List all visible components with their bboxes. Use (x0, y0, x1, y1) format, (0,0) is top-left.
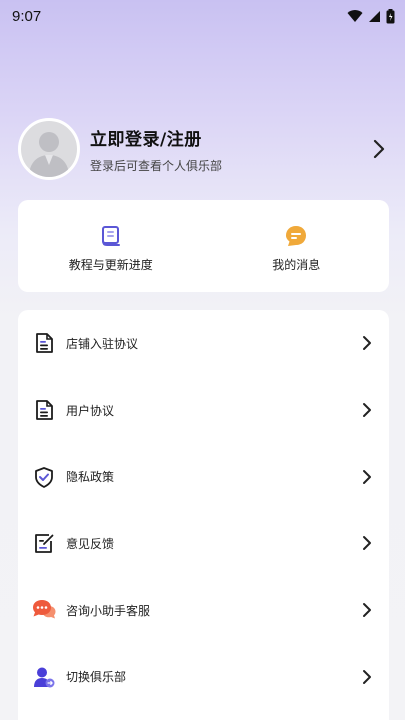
chevron-right-icon (359, 602, 375, 618)
quick-action-label: 教程与更新进度 (68, 257, 153, 272)
menu-item-customer-service[interactable]: 咨询小助手客服 (18, 577, 389, 644)
default-avatar-icon (29, 132, 69, 177)
menu-item-label: 隐私政策 (66, 470, 115, 485)
tutorial-progress-button[interactable]: 教程与更新进度 (18, 200, 204, 292)
edit-note-icon (32, 531, 56, 555)
battery-icon (386, 8, 395, 23)
status-time: 9:07 (12, 7, 42, 25)
menu-item-label: 切换俱乐部 (66, 670, 127, 685)
my-messages-button[interactable]: 我的消息 (204, 200, 390, 292)
shield-check-icon (32, 465, 56, 489)
menu-item-feedback[interactable]: 意见反馈 (18, 510, 389, 577)
menu-item-label: 意见反馈 (66, 536, 115, 551)
chevron-right-icon (359, 402, 375, 418)
menu-item-user-agreement[interactable]: 用户协议 (18, 377, 389, 444)
chevron-right-icon (359, 535, 375, 551)
quick-actions-card: 教程与更新进度 我的消息 (18, 200, 389, 292)
document-icon (32, 331, 56, 355)
signal-icon (369, 10, 380, 22)
menu-item-store-agreement[interactable]: 店铺入驻协议 (18, 310, 389, 377)
menu-item-label: 店铺入驻协议 (66, 336, 139, 351)
status-bar: 9:07 (0, 0, 405, 32)
chevron-right-icon (359, 469, 375, 485)
book-icon (101, 225, 120, 246)
menu-item-switch-club[interactable]: 切换俱乐部 (18, 643, 389, 710)
login-hint-text: 登录后可查看个人俱乐部 (90, 158, 223, 173)
quick-action-label: 我的消息 (272, 257, 321, 272)
wifi-icon (347, 10, 363, 22)
settings-menu-list: 店铺入驻协议 用户协议 隐私政策 意见反馈 咨询小助手客服 切换俱乐部 (18, 310, 389, 720)
login-profile-row[interactable]: 立即登录/注册 登录后可查看个人俱乐部 (18, 114, 390, 184)
menu-item-label: 咨询小助手客服 (66, 603, 151, 618)
avatar[interactable] (18, 118, 80, 180)
chevron-right-icon (359, 669, 375, 685)
document-icon (32, 398, 56, 422)
chevron-right-icon[interactable] (368, 138, 390, 160)
status-icons (347, 8, 395, 24)
menu-item-label: 用户协议 (66, 403, 115, 418)
menu-item-privacy-policy[interactable]: 隐私政策 (18, 443, 389, 510)
chat-bubbles-icon (32, 598, 56, 622)
user-switch-icon (32, 665, 56, 689)
chevron-right-icon (359, 335, 375, 351)
login-register-title[interactable]: 立即登录/注册 (90, 125, 368, 150)
chat-bubble-icon (286, 225, 307, 246)
